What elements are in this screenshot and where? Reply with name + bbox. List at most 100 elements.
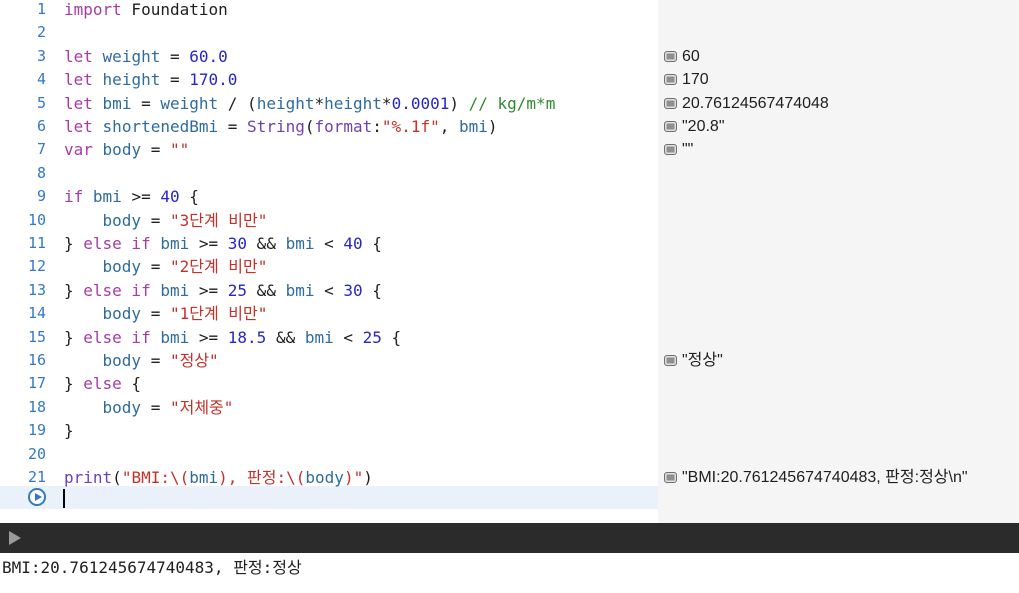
code-token: { (362, 234, 382, 253)
code-line[interactable]: let height = 170.0 (64, 68, 237, 91)
console-output: BMI:20.761245674740483, 판정:정상 (2, 558, 302, 577)
result-value[interactable]: "정상" (664, 349, 723, 372)
code-token: 0.0001 (391, 93, 450, 113)
code-token: weight (160, 93, 219, 113)
code-line[interactable]: } else { (64, 372, 141, 395)
code-token: = (160, 46, 190, 66)
code-token: && (266, 327, 305, 347)
result-value[interactable]: "BMI:20.761245674740483, 판정:정상\n" (664, 466, 968, 489)
code-token: let (64, 70, 93, 90)
code-token: && (247, 234, 286, 253)
code-line[interactable]: print("BMI:\(bmi), 판정:\(body)") (64, 466, 373, 489)
code-line[interactable]: let weight = 60.0 (64, 45, 228, 68)
code-line[interactable]: import Foundation (64, 0, 228, 21)
code-editor[interactable]: 1 2 3 4 5 6 7 8 9 10 11 12 13 14 15 16 17 18 19 20 21 import… (0, 0, 658, 523)
result-value[interactable]: 170 (664, 68, 709, 91)
code-token: body (102, 397, 142, 417)
code-line[interactable]: body = "1단계 비만" (64, 302, 268, 325)
result-text: 170 (682, 71, 709, 89)
code-token: 40 (343, 234, 363, 253)
quick-look-icon[interactable] (664, 50, 677, 62)
result-value[interactable]: "" (664, 138, 693, 161)
quick-look-icon[interactable] (664, 355, 677, 366)
code-token: height (102, 70, 161, 90)
code-token: bmi (160, 280, 190, 300)
line-number: 12 (27, 257, 46, 276)
quick-look-icon[interactable] (664, 121, 677, 132)
code-token: ) (363, 468, 373, 487)
line-number: 18 (27, 397, 46, 416)
result-value[interactable]: 60 (664, 45, 700, 68)
code-line[interactable]: } (64, 419, 74, 442)
code-token: "저체중" (169, 397, 234, 417)
result-text: "BMI:20.761245674740483, 판정:정상\n" (682, 469, 968, 486)
line-number: 9 (36, 187, 46, 206)
code-token: < (333, 327, 363, 347)
quick-look-icon[interactable] (664, 472, 677, 483)
quick-look-icon[interactable] (664, 144, 677, 156)
quick-look-icon[interactable] (664, 97, 677, 109)
code-token: { (381, 327, 402, 347)
result-text: "정상" (682, 352, 723, 369)
code-token: = (141, 140, 170, 160)
code-token: >= (189, 327, 228, 347)
code-line[interactable]: } else if bmi >= 25 && bmi < 30 { (64, 279, 382, 302)
code-line[interactable]: var body = "" (64, 138, 189, 161)
code-token: >= (189, 234, 228, 253)
run-playground-button[interactable] (28, 488, 46, 506)
quick-look-icon[interactable] (664, 74, 677, 86)
code-token: weight (102, 46, 161, 66)
code-token: = (141, 304, 170, 324)
code-line[interactable]: body = "3단계 비만" (64, 209, 268, 232)
result-value[interactable]: "20.8" (664, 115, 725, 138)
code-token: : (372, 117, 382, 136)
code-line[interactable]: body = "저체중" (64, 396, 234, 419)
code-token: "%.1f" (381, 117, 440, 136)
code-token: 60.0 (189, 46, 228, 66)
code-line[interactable]: let bmi = weight / (height*height*0.0001… (64, 92, 555, 115)
code-token: = (160, 70, 190, 90)
code-line[interactable]: body = "정상" (64, 349, 219, 372)
code-token: { (179, 187, 199, 207)
code-token: bmi (285, 234, 315, 253)
code-token: body (102, 140, 142, 160)
code-token: body (102, 351, 142, 370)
code-token: 25 (227, 280, 248, 300)
code-line[interactable]: if bmi >= 40 { (64, 185, 199, 208)
code-line[interactable]: body = "2단계 비만" (64, 255, 268, 278)
code-token: 170.0 (189, 70, 238, 90)
code-token: 30 (227, 234, 248, 253)
code-token: bmi (458, 117, 488, 136)
code-token: 18.5 (227, 327, 267, 347)
code-token: shortenedBmi (102, 117, 219, 136)
code-token: = (141, 351, 170, 370)
code-token: = (141, 257, 170, 277)
code-token: / ( (218, 93, 257, 113)
code-token: "BMI:\( (121, 468, 190, 487)
results-sidebar (658, 0, 1019, 523)
code-token: * (381, 93, 392, 113)
code-token: } (64, 280, 84, 300)
code-token: else (83, 374, 122, 394)
code-token: bmi (102, 93, 132, 113)
play-icon[interactable] (9, 531, 21, 545)
code-token: 40 (160, 187, 180, 207)
code-token: { (121, 374, 142, 394)
result-text: "20.8" (682, 118, 725, 135)
result-value[interactable]: 20.76124567474048 (664, 92, 829, 115)
code-line[interactable]: } else if bmi >= 30 && bmi < 40 { (64, 232, 382, 255)
code-token: && (247, 280, 286, 300)
result-text: "" (682, 141, 694, 159)
code-line[interactable]: let shortenedBmi = String(format:"%.1f",… (64, 115, 498, 138)
line-number: 13 (27, 280, 46, 299)
code-token: bmi (92, 187, 122, 207)
code-token: { (362, 280, 382, 300)
code-line[interactable]: } else if bmi >= 18.5 && bmi < 25 { (64, 326, 401, 349)
